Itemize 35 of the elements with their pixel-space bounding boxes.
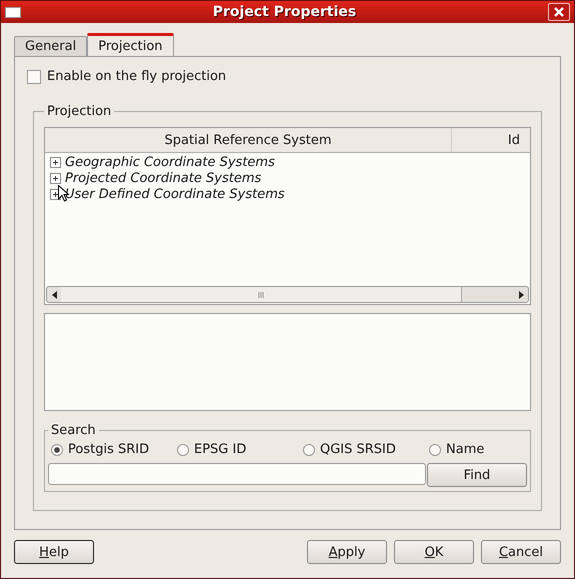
radio-label: EPSG ID — [194, 442, 246, 457]
group-title: Projection — [46, 104, 112, 119]
dialog-button[interactable]: OK — [394, 540, 474, 564]
horizontal-scrollbar[interactable] — [46, 286, 529, 303]
expand-icon[interactable] — [50, 156, 61, 168]
tab[interactable]: Projection — [87, 33, 174, 57]
radio-button[interactable] — [429, 444, 441, 456]
window-title: Project Properties — [212, 4, 358, 20]
radio-label: Name — [446, 442, 484, 457]
group-title: Search — [50, 423, 97, 438]
close-icon — [554, 7, 564, 17]
checkbox[interactable] — [27, 70, 41, 84]
scroll-left-icon[interactable] — [52, 290, 56, 298]
close-button[interactable] — [548, 3, 570, 21]
grip-icon — [258, 292, 264, 298]
dialog-button[interactable]: Apply — [307, 540, 387, 564]
column-header[interactable]: Spatial Reference System — [45, 128, 452, 152]
radio-button[interactable] — [51, 444, 63, 456]
radio-label: Postgis SRID — [68, 442, 150, 457]
radio-label: QGIS SRSID — [320, 442, 396, 457]
column-header[interactable]: Id — [452, 128, 530, 152]
checkbox-label: Enable on the fly projection — [47, 69, 226, 84]
expand-icon[interactable] — [50, 172, 61, 184]
radio-button[interactable] — [177, 444, 189, 456]
scroll-right-icon[interactable] — [518, 290, 524, 298]
find-button[interactable]: Find — [427, 463, 527, 487]
tree-item[interactable]: User Defined Coordinate Systems — [65, 186, 285, 202]
dialog-button[interactable]: Cancel — [481, 540, 561, 564]
tree-item[interactable]: Projected Coordinate Systems — [65, 170, 262, 186]
search-field[interactable] — [48, 463, 426, 485]
window-menu-icon[interactable] — [5, 6, 21, 18]
tab[interactable]: General — [14, 36, 88, 57]
radio-button[interactable] — [303, 444, 315, 456]
tree-item[interactable]: Geographic Coordinate Systems — [65, 154, 275, 170]
help-button[interactable]: Help — [14, 540, 94, 564]
